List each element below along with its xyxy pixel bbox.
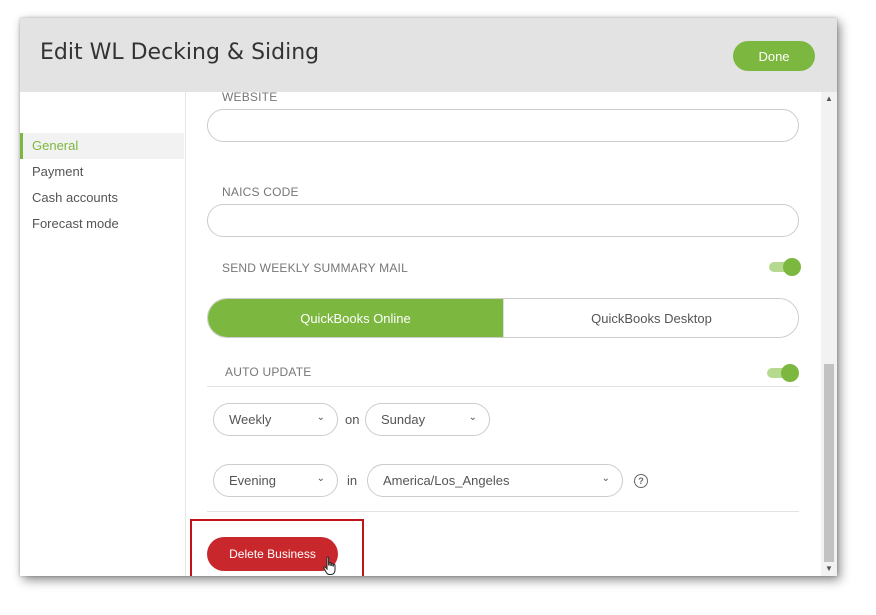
chevron-down-icon: ⌄: [316, 473, 325, 484]
time-of-day-select[interactable]: Evening ⌄: [213, 464, 338, 497]
hand-pointer-icon: [323, 556, 336, 575]
scroll-up-icon[interactable]: ▲: [825, 94, 833, 103]
vertical-scrollbar[interactable]: ▲ ▼: [821, 92, 837, 576]
timezone-value: America/Los_Angeles: [383, 473, 510, 488]
weekly-summary-toggle[interactable]: [769, 258, 801, 276]
dialog-title: Edit WL Decking & Siding: [40, 40, 320, 65]
auto-update-label: AUTO UPDATE: [225, 365, 312, 379]
frequency-select[interactable]: Weekly ⌄: [213, 403, 338, 436]
website-input[interactable]: [207, 109, 799, 142]
quickbooks-desktop-option[interactable]: QuickBooks Desktop: [503, 299, 798, 337]
in-label: in: [347, 473, 358, 488]
sidebar-item-cash-accounts[interactable]: Cash accounts: [20, 185, 184, 211]
toggle-knob: [781, 364, 799, 382]
scrollbar-thumb[interactable]: [824, 364, 834, 562]
on-label: on: [345, 412, 360, 427]
quickbooks-online-option[interactable]: QuickBooks Online: [208, 299, 503, 337]
naics-code-label: NAICS CODE: [222, 185, 299, 199]
weekly-summary-label: SEND WEEKLY SUMMARY MAIL: [222, 261, 408, 275]
edit-business-dialog: Edit WL Decking & Siding Done General Pa…: [20, 18, 837, 576]
day-value: Sunday: [381, 412, 426, 427]
question-circle-icon[interactable]: ?: [634, 474, 648, 488]
chevron-down-icon: ⌄: [601, 473, 610, 484]
dialog-header: Edit WL Decking & Siding Done: [20, 18, 837, 92]
toggle-knob: [783, 258, 801, 276]
sidebar-item-forecast-mode[interactable]: Forecast mode: [20, 211, 184, 237]
time-of-day-value: Evening: [229, 473, 276, 488]
chevron-down-icon: ⌄: [468, 412, 477, 423]
chevron-down-icon: ⌄: [316, 412, 325, 423]
section-divider: [207, 386, 799, 387]
section-divider: [207, 511, 799, 512]
frequency-value: Weekly: [229, 412, 272, 427]
auto-update-toggle[interactable]: [767, 364, 799, 382]
website-label: WEBSITE: [222, 90, 278, 104]
naics-code-input[interactable]: [207, 204, 799, 237]
general-settings-panel: WEBSITE NAICS CODE SEND WEEKLY SUMMARY M…: [186, 90, 821, 576]
accounting-source-selector: QuickBooks Online QuickBooks Desktop: [207, 298, 799, 338]
scroll-down-icon[interactable]: ▼: [825, 564, 833, 573]
settings-sidebar: General Payment Cash accounts Forecast m…: [20, 92, 186, 576]
done-button[interactable]: Done: [733, 41, 815, 71]
day-select[interactable]: Sunday ⌄: [365, 403, 490, 436]
timezone-select[interactable]: America/Los_Angeles ⌄: [367, 464, 623, 497]
sidebar-item-general[interactable]: General: [20, 133, 184, 159]
sidebar-item-payment[interactable]: Payment: [20, 159, 184, 185]
delete-business-button[interactable]: Delete Business: [207, 537, 338, 571]
